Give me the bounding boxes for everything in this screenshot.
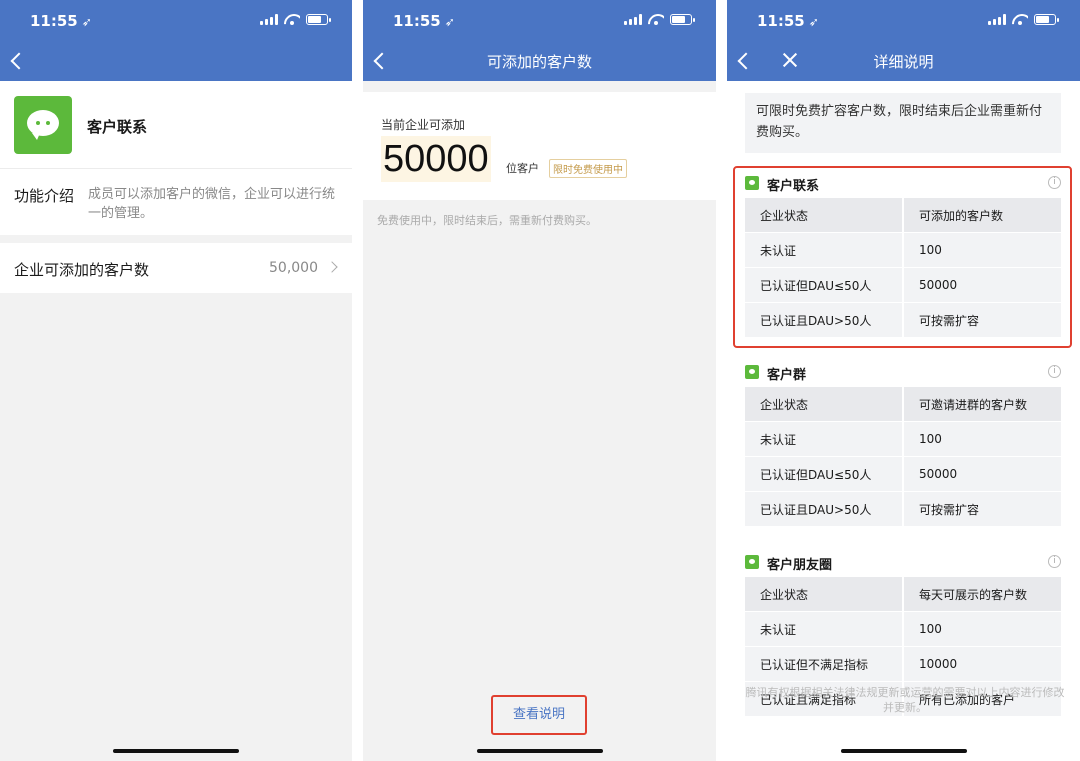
intro-text: 成员可以添加客户的微信，企业可以进行统一的管理。: [88, 187, 336, 221]
navigation-bar: 11:55 ➶: [0, 0, 352, 81]
status-icons: [624, 14, 695, 25]
phone-screen-customer-limit: 11:55 ➶ 可添加的客户数 当前企业可添加 50000 位客户 限时免费使用中…: [363, 0, 716, 761]
app-name: 客户联系: [87, 118, 148, 136]
location-arrow-icon: ➶: [808, 15, 819, 29]
wifi-icon: [284, 14, 300, 25]
table-header-row: 企业状态 可添加的客户数: [745, 198, 1061, 233]
home-indicator[interactable]: [113, 749, 239, 753]
table-cell: 100: [904, 233, 1061, 268]
location-arrow-icon: ➶: [444, 15, 455, 29]
table-row: 未认证 100: [745, 422, 1061, 457]
limit-value: 50,000: [269, 260, 318, 276]
table-row: 已认证且DAU>50人 可按需扩容: [745, 492, 1061, 527]
info-icon[interactable]: i: [1048, 555, 1061, 568]
table-cell: 可按需扩容: [904, 303, 1061, 338]
group-icon: [745, 365, 759, 379]
table-header-row: 企业状态 可邀请进群的客户数: [745, 387, 1061, 422]
feature-intro: 功能介绍 成员可以添加客户的微信，企业可以进行统一的管理。: [0, 168, 352, 235]
quota-card: 当前企业可添加 50000 位客户 限时免费使用中: [363, 92, 716, 200]
table-row: 已认证且DAU>50人 可按需扩容: [745, 303, 1061, 338]
table-row: 已认证但DAU≤50人 50000: [745, 457, 1061, 492]
chat-icon: [745, 176, 759, 190]
table-cell: 可按需扩容: [904, 492, 1061, 527]
table-header: 企业状态: [745, 577, 904, 612]
info-icon[interactable]: i: [1048, 176, 1061, 189]
table-row: 未认证 100: [745, 233, 1061, 268]
section-header: 客户联系 i: [745, 170, 1061, 198]
section-customer-contact: 客户联系 i 企业状态 可添加的客户数 未认证 100 已认证但DAU≤50人 …: [745, 170, 1061, 338]
table-cell: 未认证: [745, 233, 904, 268]
battery-icon: [306, 14, 331, 25]
table-header: 企业状态: [745, 198, 904, 233]
home-indicator[interactable]: [476, 749, 603, 753]
quota-label: 当前企业可添加: [381, 118, 466, 132]
section-customer-group: 客户群 i 企业状态 可邀请进群的客户数 未认证 100 已认证但DAU≤50人…: [745, 359, 1061, 527]
wifi-icon: [648, 14, 664, 25]
page-title: 可添加的客户数: [486, 53, 592, 71]
table-header: 每天可展示的客户数: [904, 577, 1061, 612]
customer-limit-row[interactable]: 企业可添加的客户数 50,000: [0, 243, 352, 293]
signal-icon: [988, 14, 1006, 25]
free-trial-badge: 限时免费使用中: [549, 159, 627, 178]
table-cell: 已认证但不满足指标: [745, 647, 904, 682]
table-header: 可邀请进群的客户数: [904, 387, 1061, 422]
limit-table: 企业状态 可添加的客户数 未认证 100 已认证但DAU≤50人 50000 已…: [745, 198, 1061, 338]
status-time: 11:55 ➶: [757, 12, 819, 30]
table-cell: 50000: [904, 457, 1061, 492]
status-icons: [260, 14, 331, 25]
table-row: 已认证但不满足指标 10000: [745, 647, 1061, 682]
table-cell: 100: [904, 422, 1061, 457]
battery-icon: [670, 14, 695, 25]
table-cell: 已认证但DAU≤50人: [745, 268, 904, 303]
notice-box: 可限时免费扩容客户数，限时结束后企业需重新付费购买。: [745, 93, 1061, 153]
back-button[interactable]: [8, 50, 28, 72]
page-title: 详细说明: [873, 53, 934, 71]
signal-icon: [260, 14, 278, 25]
table-cell: 50000: [904, 268, 1061, 303]
moments-icon: [745, 555, 759, 569]
table-cell: 已认证但DAU≤50人: [745, 457, 904, 492]
table-header: 企业状态: [745, 387, 904, 422]
quota-unit: 位客户: [506, 162, 539, 175]
table-row: 未认证 100: [745, 612, 1061, 647]
section-header: 客户群 i: [745, 359, 1061, 387]
phone-screen-details: 11:55 ➶ 详细说明 可限时免费扩容客户数，限时结束后企业需重新付费购买。 客…: [727, 0, 1080, 761]
limit-label: 企业可添加的客户数: [14, 261, 150, 279]
phone-screen-app-detail: 11:55 ➶ 客户联系 功能介绍 成员可以添加客户的微信，企业可以进行统一的管理…: [0, 0, 352, 761]
battery-icon: [1034, 14, 1059, 25]
navigation-bar: 11:55 ➶ 可添加的客户数: [363, 0, 716, 81]
table-row: 已认证但DAU≤50人 50000: [745, 268, 1061, 303]
section-title: 客户群: [767, 368, 807, 383]
details-content: 可限时免费扩容客户数，限时结束后企业需重新付费购买。 客户联系 i 企业状态 可…: [727, 81, 1080, 761]
table-cell: 未认证: [745, 612, 904, 647]
section-title: 客户朋友圈: [767, 558, 833, 573]
table-header: 可添加的客户数: [904, 198, 1061, 233]
table-cell: 已认证且DAU>50人: [745, 303, 904, 338]
signal-icon: [624, 14, 642, 25]
table-cell: 10000: [904, 647, 1061, 682]
intro-label: 功能介绍: [14, 187, 75, 205]
app-header: 客户联系: [0, 81, 352, 168]
table-cell: 100: [904, 612, 1061, 647]
quota-note: 免费使用中，限时结束后，需重新付费购买。: [377, 214, 597, 227]
limit-table: 企业状态 可邀请进群的客户数 未认证 100 已认证但DAU≤50人 50000…: [745, 387, 1061, 527]
navigation-bar: 11:55 ➶ 详细说明: [727, 0, 1080, 81]
chevron-right-icon: [326, 261, 338, 273]
view-details-button[interactable]: 查看说明: [491, 695, 587, 735]
wechat-logo-icon: [14, 96, 72, 154]
location-arrow-icon: ➶: [81, 15, 92, 29]
info-icon[interactable]: i: [1048, 365, 1061, 378]
quota-number: 50000: [381, 136, 491, 182]
table-cell: 已认证且DAU>50人: [745, 492, 904, 527]
status-time: 11:55 ➶: [393, 12, 455, 30]
table-cell: 未认证: [745, 422, 904, 457]
table-header-row: 企业状态 每天可展示的客户数: [745, 577, 1061, 612]
home-indicator[interactable]: [840, 749, 967, 753]
wifi-icon: [1012, 14, 1028, 25]
status-time: 11:55 ➶: [30, 12, 92, 30]
section-title: 客户联系: [767, 179, 820, 194]
section-header: 客户朋友圈 i: [745, 549, 1061, 577]
status-icons: [988, 14, 1059, 25]
footer-note: 腾讯有权根据相关法律法规更新或运营的需要对以上内容进行修改并更新。: [745, 686, 1065, 714]
